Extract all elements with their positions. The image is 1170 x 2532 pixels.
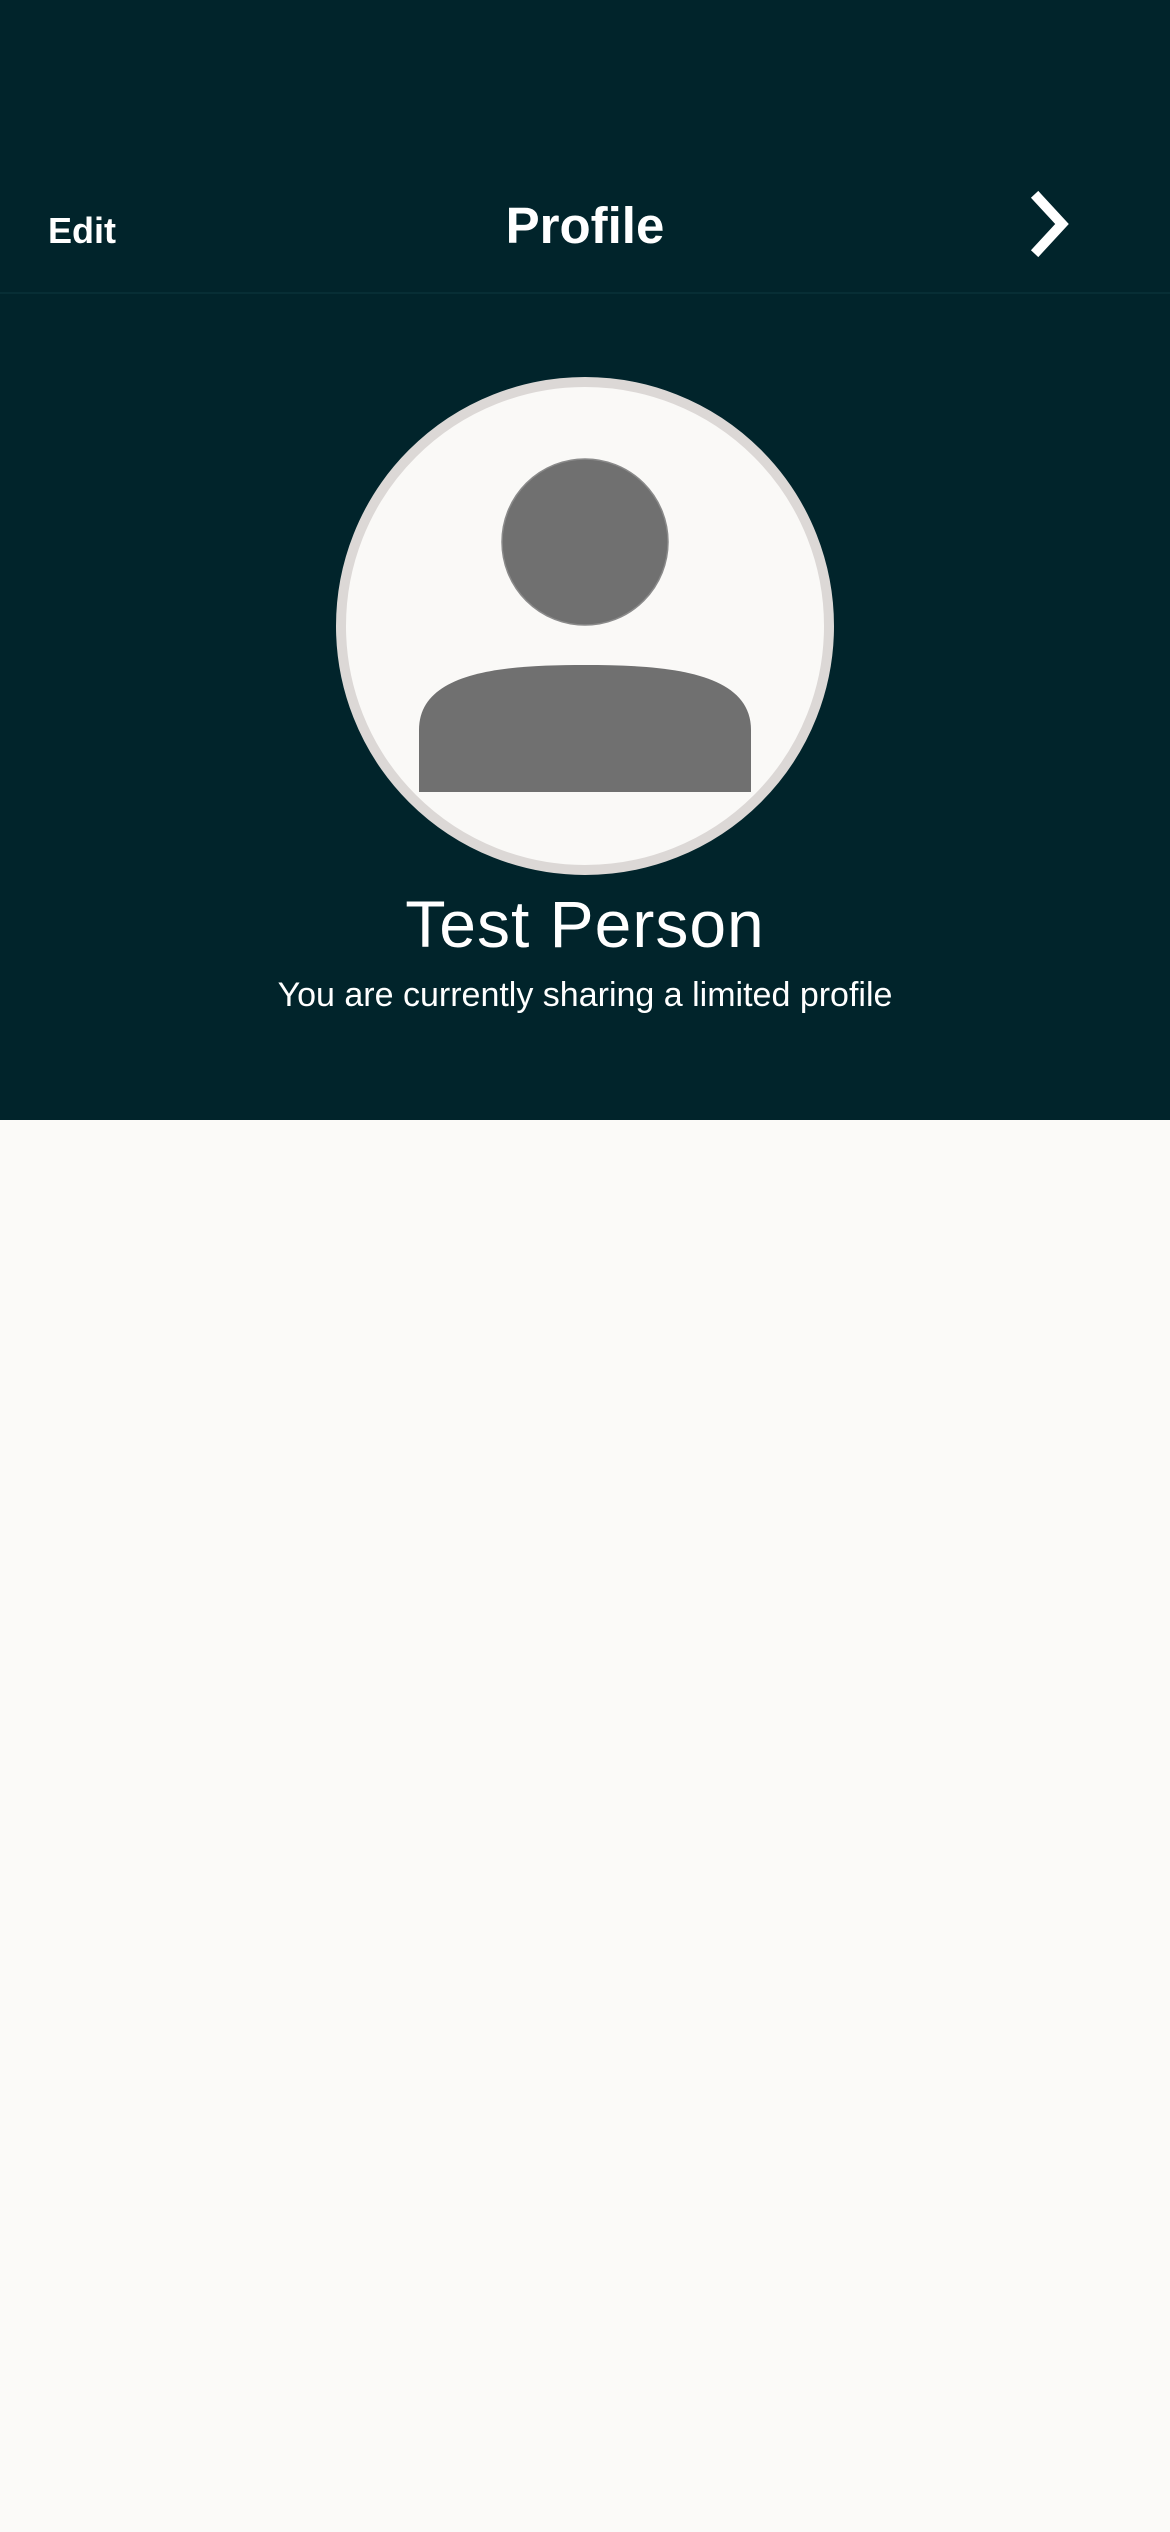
- navigation-bar: Edit Profile: [0, 160, 1170, 294]
- status-bar-area: [0, 0, 1170, 160]
- chevron-right-icon[interactable]: [1016, 188, 1088, 260]
- page-title: Profile: [505, 197, 665, 254]
- sharing-status-text: You are currently sharing a limited prof…: [277, 976, 893, 1014]
- profile-header-section: Edit Profile Test Person You are current…: [0, 0, 1170, 1120]
- person-placeholder-icon: [336, 377, 834, 875]
- avatar[interactable]: [335, 376, 835, 876]
- profile-name: Test Person: [405, 887, 765, 961]
- content-area: [0, 1120, 1170, 2532]
